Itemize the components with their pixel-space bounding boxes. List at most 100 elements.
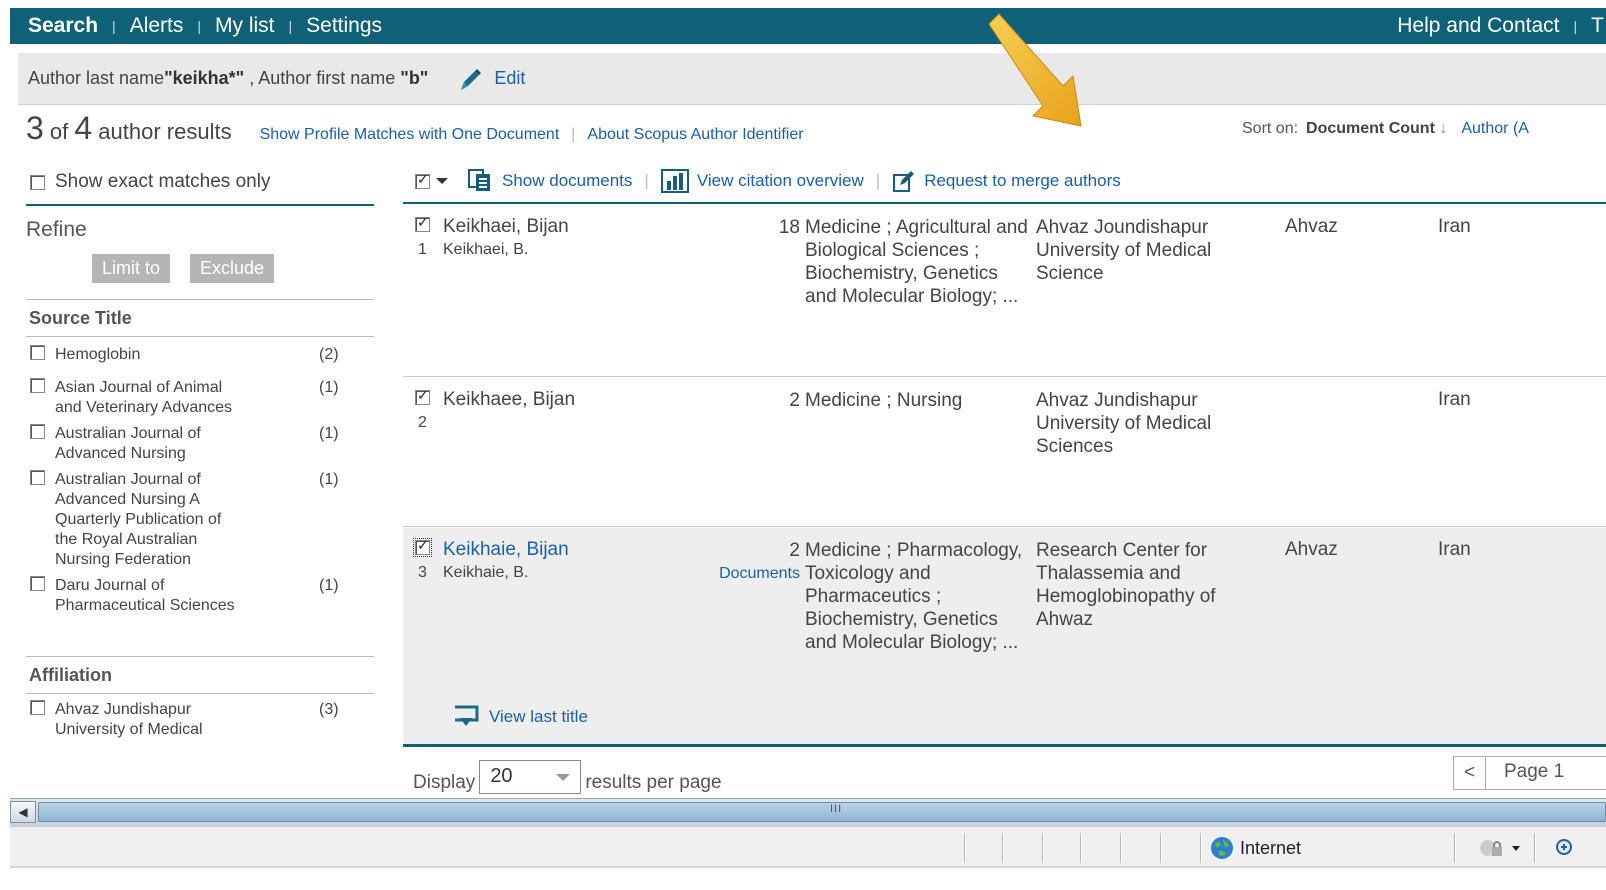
check-icon: ✓ [417,537,429,553]
facet-checkbox[interactable] [30,700,45,715]
author-alias: Keikhaie, B. [443,564,529,581]
documents-link[interactable]: Documents [719,562,800,585]
chevron-down-icon [1512,845,1520,851]
facet-checkbox[interactable] [30,470,45,485]
row-checkbox[interactable]: ✓ [415,214,430,232]
edit-pencil-icon [461,68,482,90]
table-row: ✓ Keikhaei, Bijan 1 Keikhaei, B. 18 Medi… [403,205,1606,377]
refine-title: Refine [26,218,87,241]
query-prefix-first: , Author first name [244,68,401,88]
nav-right: Help and Contact | T [1397,14,1604,38]
nav-my-list[interactable]: My list [215,14,275,38]
view-last-title-icon [455,705,479,726]
affiliation-facet-header[interactable]: Affiliation [26,656,374,694]
sort-control: Sort on: Document Count ↓ Author (A [1242,120,1529,138]
request-merge-authors-button[interactable]: Request to merge authors [892,169,1121,193]
query-bar: Author last name "keikha*" , Author firs… [18,53,1606,105]
scroll-grip: III [830,803,843,815]
results-header: 3 of 4 author results Show Profile Match… [26,110,804,154]
nav-help-contact[interactable]: Help and Contact [1397,14,1559,38]
exact-matches-label: Show exact matches only [55,171,271,192]
row-checkbox[interactable]: ✓ [413,537,432,557]
security-zone[interactable]: Internet [1210,836,1301,860]
nav-settings[interactable]: Settings [306,14,382,38]
author-name[interactable]: Keikhaee, Bijan [443,389,575,411]
edit-query-button[interactable]: Edit [458,66,525,92]
display-label: Display [413,772,476,793]
show-documents-label: Show documents [502,171,633,190]
results-toolbar: ✓ Show documents | View citation overvie… [403,160,1606,204]
exact-matches-checkbox[interactable] [30,174,45,190]
limit-to-button[interactable]: Limit to [92,254,171,283]
country: Iran [1438,389,1471,410]
results-per-page-select[interactable]: 20 [479,760,582,794]
facet-item[interactable]: Asian Journal of Animal and Veterinary A… [26,378,374,418]
view-citation-label: View citation overview [696,171,864,190]
globe-icon [1211,837,1233,859]
sort-down-arrow-icon: ↓ [1439,120,1448,137]
country: Iran [1438,216,1471,237]
document-count[interactable]: 18 [779,216,800,239]
exact-matches-option[interactable]: Show exact matches only [26,160,374,204]
view-citation-overview-button[interactable]: View citation overview [660,169,864,193]
source-title-facet-header[interactable]: Source Title [26,299,374,337]
document-count[interactable]: 2 Documents [719,539,800,585]
row-checkbox[interactable]: ✓ [415,387,430,405]
facet-checkbox[interactable] [30,424,45,439]
protected-mode-button[interactable] [1478,837,1520,859]
exclude-button[interactable]: Exclude [190,254,275,283]
merge-label: Request to merge authors [924,171,1121,190]
scrollbar-thumb[interactable] [38,802,1606,822]
author-name[interactable]: Keikhaie, Bijan [443,539,569,561]
view-last-title-label: View last title [489,707,588,726]
facet-item[interactable]: Australian Journal of Advanced Nursing (… [26,424,374,464]
results-count: 3 of 4 author results [26,110,232,146]
previous-page-button[interactable]: < [1454,757,1486,789]
table-row: ✓ Keikhaee, Bijan 2 2 Medicine ; Nursing… [403,378,1606,527]
select-all-dropdown[interactable]: ✓ [415,171,448,189]
documents-icon [468,169,490,191]
city: Ahvaz [1285,216,1338,237]
pagination: < Page 1 [1453,756,1606,790]
affiliation: Research Center for Thalassemia and Hemo… [1036,540,1216,630]
facet-checkbox[interactable] [30,576,45,591]
author-name[interactable]: Keikhaei, Bijan [443,216,569,238]
query-value-first: "b" [400,68,429,88]
nav-alerts[interactable]: Alerts [130,14,184,38]
facet-item[interactable]: Ahvaz Jundishapur University of Medical … [26,700,374,740]
subject-areas: Medicine ; Pharmacology, Toxicology and … [805,540,1023,653]
lock-globe-icon [1480,840,1502,856]
sort-author-link[interactable]: Author (A [1461,120,1529,137]
show-profile-matches-link[interactable]: Show Profile Matches with One Document [260,126,560,144]
refine-buttons: Limit to Exclude [92,254,374,283]
per-page-suffix: results per page [585,772,722,793]
about-author-identifier-link[interactable]: About Scopus Author Identifier [587,126,803,144]
nav-search[interactable]: Search [28,14,98,38]
affiliation: Ahvaz Jundishapur University of Medical … [1036,390,1212,457]
scroll-left-button[interactable]: ◀ [10,801,36,823]
facet-checkbox[interactable] [30,378,45,393]
nav-left: Search | Alerts | My list | Settings [28,14,383,38]
show-documents-button[interactable]: Show documents [468,169,632,193]
chevron-left-icon: < [1463,762,1476,783]
chevron-down-icon [556,774,571,781]
results-per-page: Display 20 results per page [413,760,722,794]
subject-areas: Medicine ; Agricultural and Biological S… [805,217,1028,307]
sort-label: Sort on: [1242,120,1299,137]
zoom-icon[interactable] [1553,836,1577,860]
select-all-checkbox[interactable]: ✓ [415,171,430,189]
affiliation: Ahvaz Joundishapur University of Medical… [1036,217,1212,284]
facet-item[interactable]: Daru Journal of Pharmaceutical Sciences … [26,576,374,616]
sort-document-count[interactable]: Document Count ↓ [1306,120,1447,137]
facet-item[interactable]: Australian Journal of Advanced Nursing A… [26,470,374,570]
nav-truncated-item[interactable]: T [1591,14,1604,38]
table-row: ✓ Keikhaie, Bijan 3 Keikhaie, B. 2 Docum… [403,528,1606,744]
view-last-title-button[interactable]: View last title [453,704,588,730]
row-number: 3 [418,564,427,581]
row-number: 1 [418,241,427,258]
browser-status-bar: Internet [10,826,1606,868]
document-count[interactable]: 2 [789,389,800,412]
facet-item[interactable]: Hemoglobin (2) [26,345,374,365]
facet-checkbox[interactable] [30,345,45,360]
horizontal-scrollbar[interactable]: ◀ III [10,798,1606,826]
